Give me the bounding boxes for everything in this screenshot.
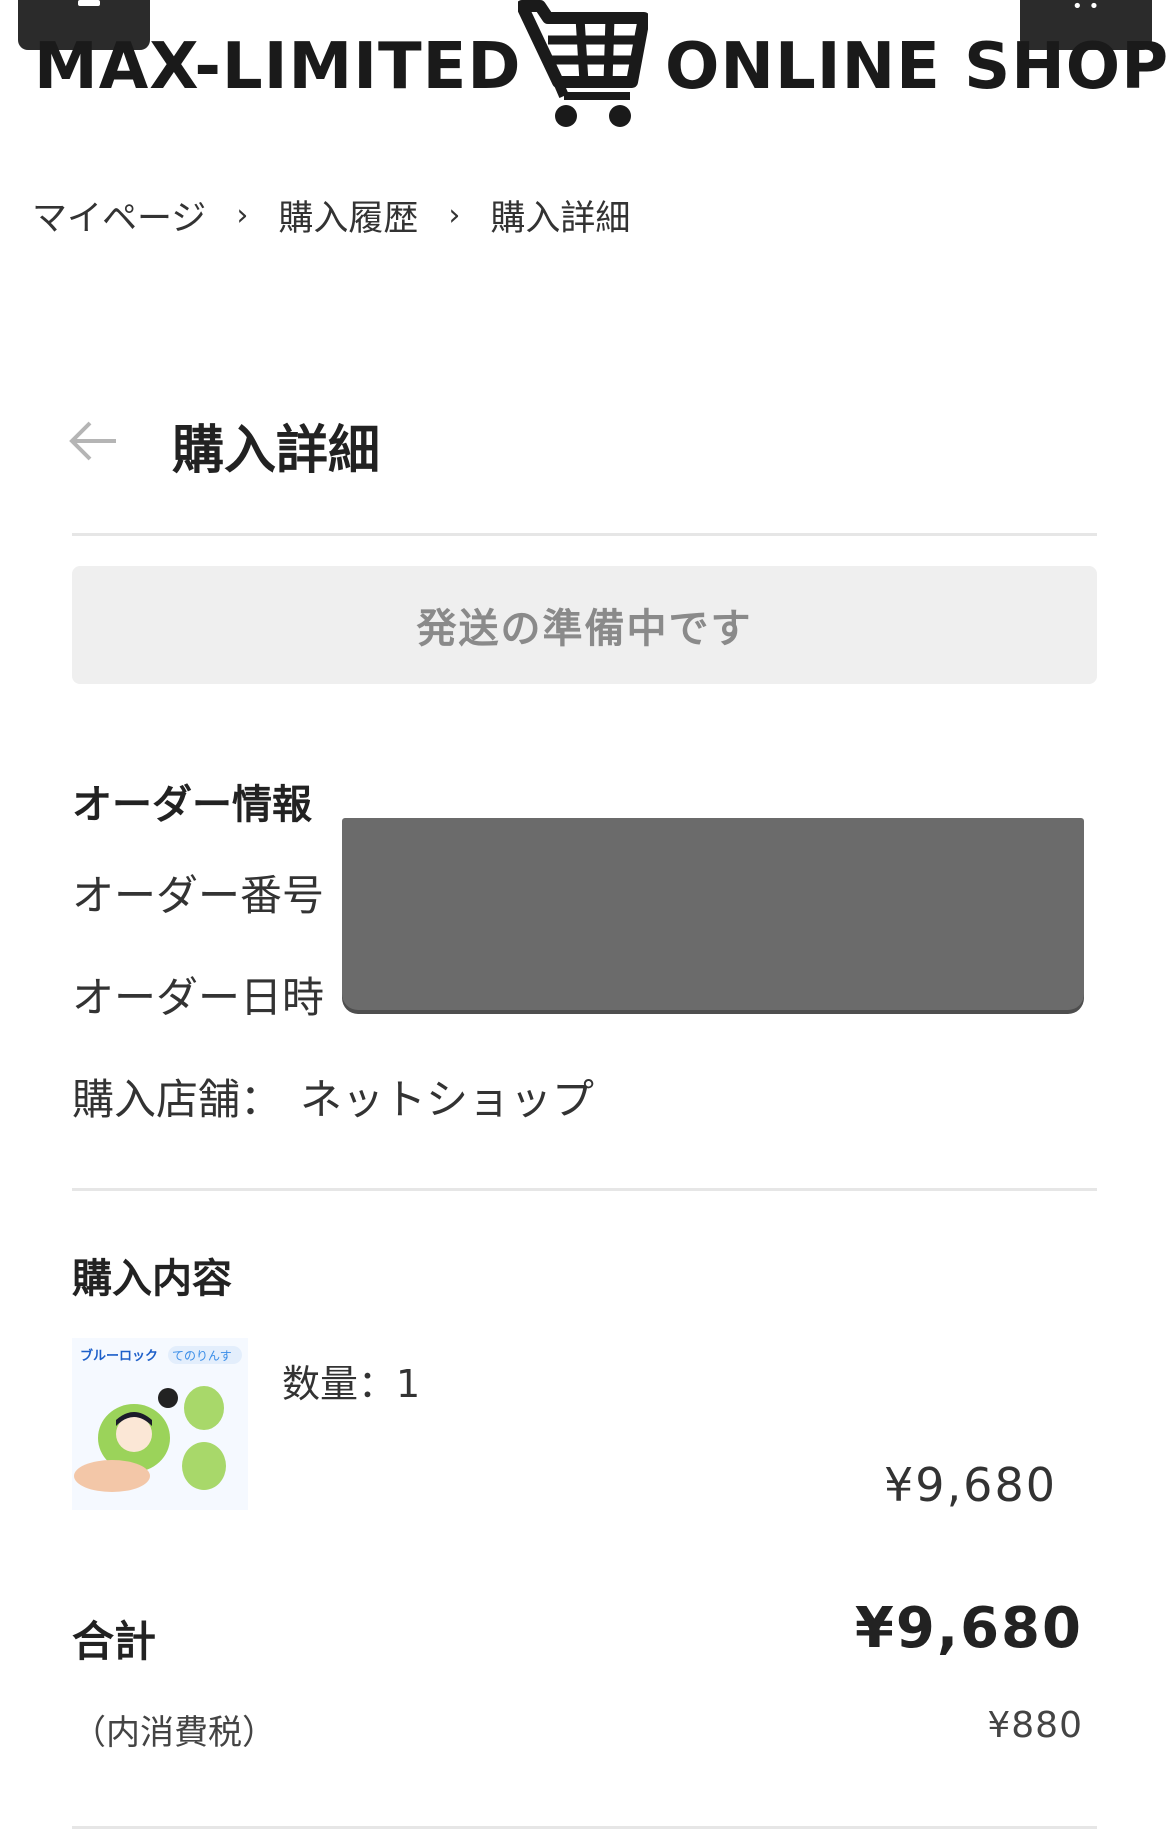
store-label: 購入店舗： [72,1075,283,1124]
item-price: ¥9,680 [884,1458,1057,1512]
breadcrumb-current: 購入詳細 [490,199,631,239]
page-title: 購入詳細 [172,421,381,481]
breadcrumb-separator-icon: › [236,198,249,233]
thumb-brand: ブルーロック [80,1348,158,1364]
menu-icon [78,0,100,6]
purchase-content-heading: 購入内容 [72,1256,232,1302]
cart-icon[interactable] [518,0,648,128]
breadcrumb: マイページ › 購入履歴 › 購入詳細 [32,190,630,241]
back-arrow-icon[interactable] [68,415,120,467]
redaction-block [342,818,1084,1010]
product-image: ブルーロック てのりんす [72,1338,248,1510]
divider [72,533,1097,536]
item-quantity: 数量：1 [282,1362,421,1406]
product-thumbnail[interactable]: ブルーロック てのりんす [72,1338,248,1510]
breadcrumb-history[interactable]: 購入履歴 [278,190,418,241]
status-banner: 発送の準備中です [72,566,1097,684]
order-date-label: オーダー日時 [72,973,325,1022]
logo-text-left: MAX-LIMITED [34,30,522,104]
store-row: 購入店舗： ネットショップ [72,1066,594,1127]
breadcrumb-separator-icon: › [448,198,461,233]
divider [72,1826,1097,1829]
divider [72,1188,1097,1191]
tax-value: ¥880 [987,1705,1083,1746]
more-icon: •• [1072,0,1106,17]
logo-text-right: ONLINE SHOP [665,30,1169,104]
thumb-series: てのりんす [172,1349,232,1363]
tax-label: （内消費税） [72,1713,276,1753]
store-value: ネットショップ [300,1075,595,1124]
total-value: ¥9,680 [854,1596,1083,1661]
total-label: 合計 [72,1617,157,1666]
order-number-label: オーダー番号 [72,871,325,920]
breadcrumb-mypage[interactable]: マイページ [32,190,206,241]
order-info-heading: オーダー情報 [72,782,312,828]
